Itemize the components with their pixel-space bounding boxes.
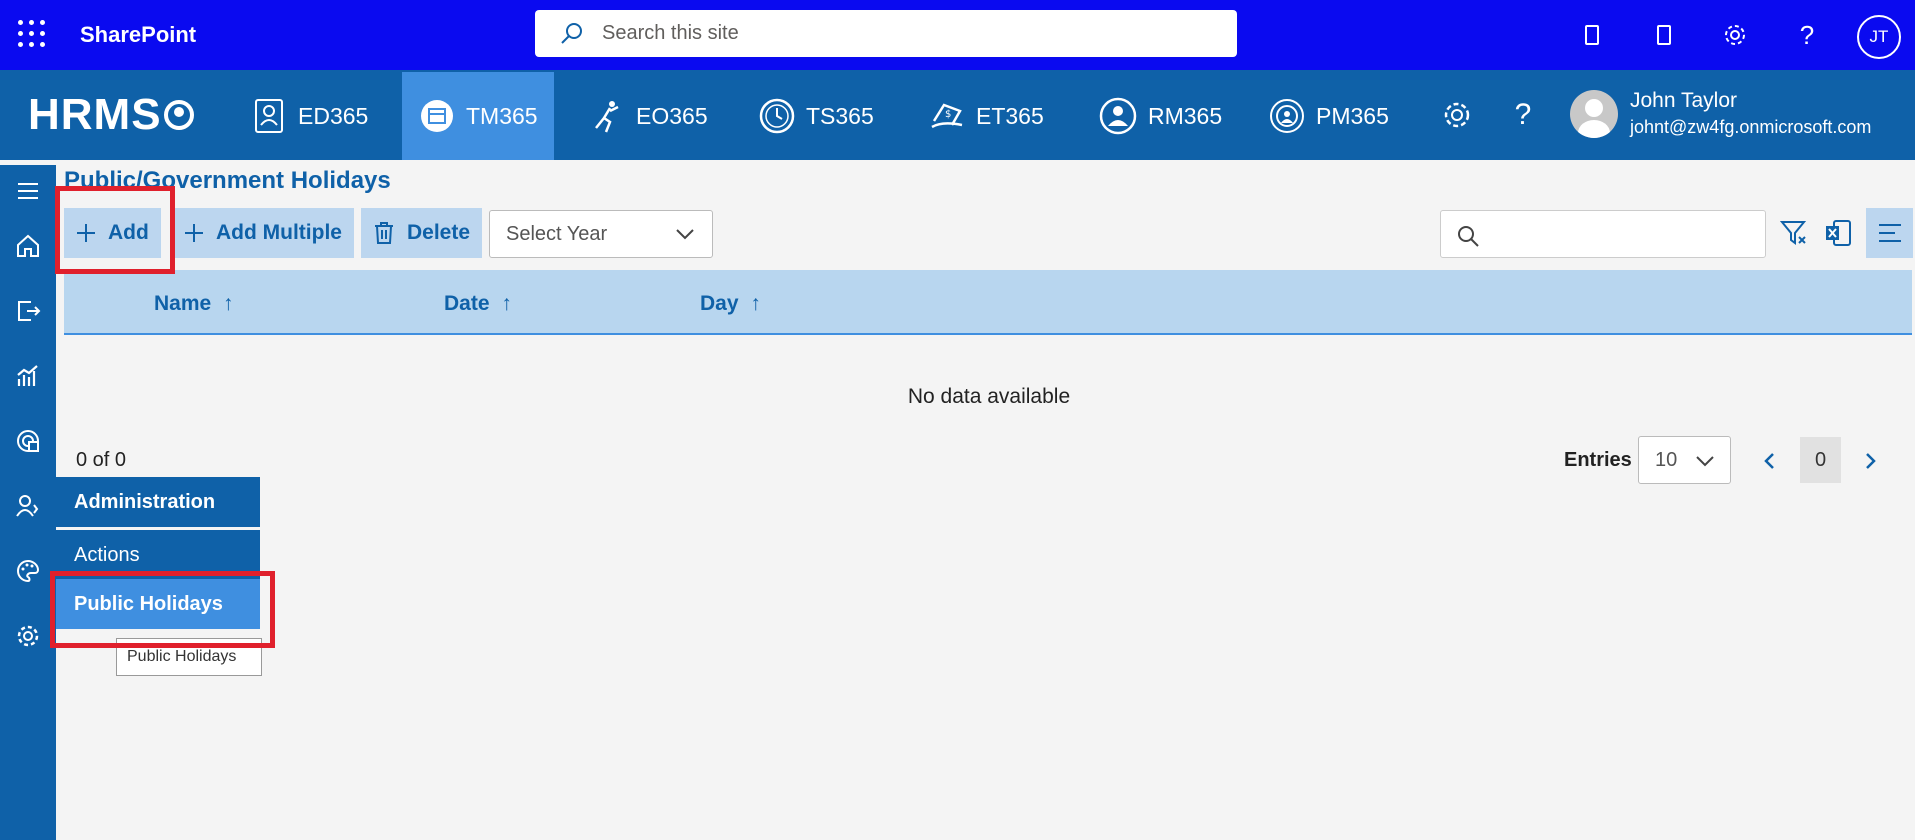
excel-export-icon[interactable] [1820,215,1856,251]
entries-per-page-dropdown[interactable]: 10 [1638,436,1731,484]
employee-directory-icon [255,99,283,133]
svg-text:$: $ [945,109,951,120]
performance-icon [1270,99,1304,133]
user-avatar[interactable]: JT [1857,15,1901,59]
sort-arrow-icon: ↑ [750,292,761,315]
mobile-icon[interactable] [1575,18,1609,52]
nav-tm365[interactable]: TM365 [402,72,554,160]
hamburger-menu-icon[interactable] [12,175,44,207]
sort-arrow-icon: ↑ [223,292,234,315]
help-icon[interactable]: ? [1790,18,1824,52]
calendar-icon [421,100,453,132]
onboarding-icon [595,101,619,133]
tablet-icon[interactable] [1647,18,1681,52]
home-icon[interactable] [12,230,44,262]
hrms-logo[interactable]: HRMS [28,90,194,140]
palette-icon[interactable] [12,555,44,587]
menu-item-administration[interactable]: Administration [56,477,260,527]
previous-page-icon[interactable] [1755,447,1783,475]
clear-filter-icon[interactable] [1776,215,1812,251]
nav-et365[interactable]: $ ET365 [912,72,1060,160]
column-menu-icon[interactable] [1866,208,1913,258]
nav-ts365[interactable]: TS365 [742,72,890,160]
hrms-app-bar: HRMS ED365 TM365 EO365 TS365 $ ET365 RM3… [0,70,1915,160]
left-rail [0,165,56,840]
dashboard-icon[interactable] [12,425,44,457]
sort-arrow-icon: ↑ [501,292,512,315]
table-header: Name ↑ Date ↑ Day ↑ [64,270,1912,335]
nav-eo365[interactable]: EO365 [572,72,724,160]
search-icon [1458,226,1479,247]
sharepoint-title[interactable]: SharePoint [80,22,196,48]
settings-gear-icon[interactable] [1718,18,1752,52]
suite-bar: SharePoint Search this site ? JT [0,0,1915,70]
search-icon [561,22,582,44]
settings-icon[interactable] [12,620,44,652]
clock-icon [759,98,795,134]
recruitment-icon [1099,97,1137,135]
chevron-down-icon [676,229,694,240]
highlight-add-button [55,186,175,274]
user-management-icon[interactable] [12,490,44,522]
delete-button[interactable]: Delete [361,208,483,258]
nav-rm365[interactable]: RM365 [1082,72,1238,160]
column-header-name[interactable]: Name ↑ [154,292,234,316]
trash-icon [375,222,393,244]
site-search-input[interactable]: Search this site [535,10,1237,57]
column-header-date[interactable]: Date ↑ [444,292,512,316]
chevron-down-icon [1696,456,1714,467]
highlight-public-holidays [50,571,275,648]
current-page-number[interactable]: 0 [1800,437,1841,483]
record-count: 0 of 0 [76,449,127,471]
expense-icon: $ [931,103,963,129]
user-photo [1570,89,1618,138]
nav-pm365[interactable]: PM365 [1252,72,1405,160]
app-help-icon[interactable]: ? [1505,97,1541,133]
nav-ed365[interactable]: ED365 [234,72,384,160]
leave-exit-icon[interactable] [12,295,44,327]
add-multiple-button[interactable]: Add Multiple [172,208,354,258]
app-launcher-icon[interactable] [18,20,46,48]
entries-label: Entries [1564,449,1632,471]
user-email: johnt@zw4fg.onmicrosoft.com [1630,117,1872,137]
plus-icon [185,224,203,242]
logo-mark-icon [163,100,194,130]
column-header-day[interactable]: Day ↑ [700,292,761,316]
table-search-input[interactable] [1440,210,1766,258]
user-profile[interactable]: John Taylor johnt@zw4fg.onmicrosoft.com [1570,89,1871,138]
empty-state-text: No data available [907,385,1071,408]
app-settings-icon[interactable] [1439,97,1475,133]
search-placeholder: Search this site [602,22,739,44]
user-name: John Taylor [1630,89,1738,112]
next-page-icon[interactable] [1857,447,1885,475]
select-year-dropdown[interactable]: Select Year [489,210,713,258]
